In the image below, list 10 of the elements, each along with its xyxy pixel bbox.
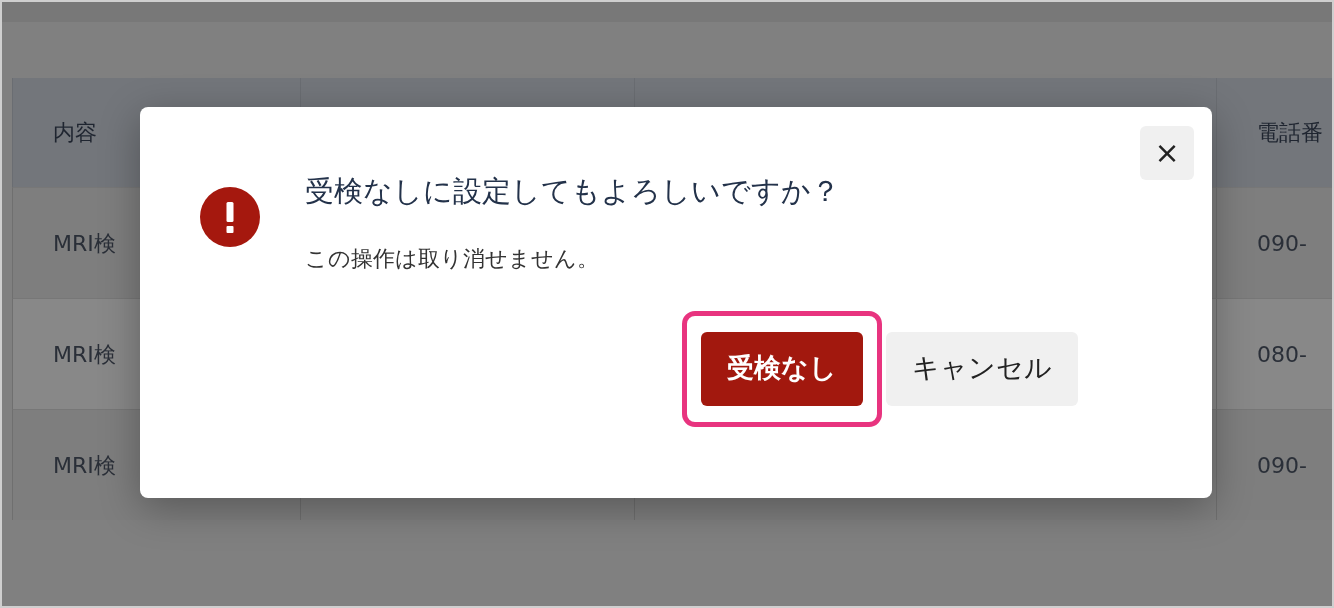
error-icon: [200, 187, 260, 247]
close-button[interactable]: ×: [1140, 126, 1194, 180]
table-cell: 080-: [1216, 298, 1332, 409]
dialog-title: 受検なしに設定してもよろしいですか？: [305, 173, 841, 210]
table-cell: 090-: [1216, 187, 1332, 298]
table-cell: 090-: [1216, 409, 1332, 520]
confirm-button[interactable]: 受検なし: [701, 331, 863, 406]
dialog-message: この操作は取り消せません。: [305, 244, 600, 273]
column-header: 電話番: [1216, 78, 1332, 187]
cancel-button[interactable]: キャンセル: [886, 331, 1078, 406]
